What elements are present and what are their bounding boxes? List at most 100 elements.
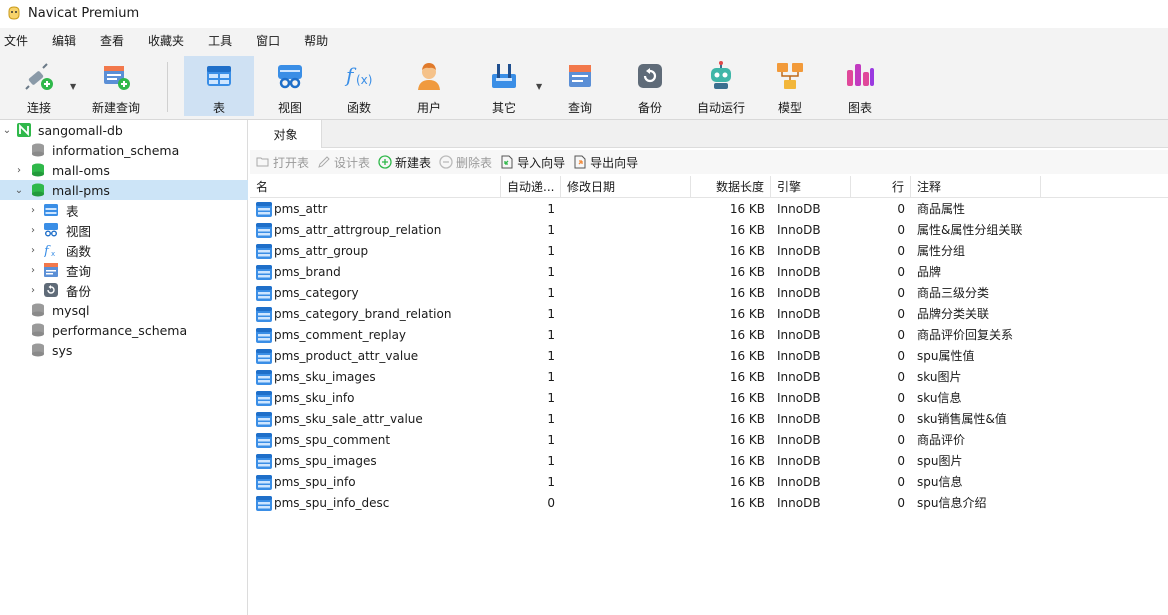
- table-row[interactable]: pms_sku_images 1 16 KB InnoDB 0 sku图片: [250, 367, 1168, 388]
- function-button[interactable]: f (x) 函数: [334, 56, 384, 116]
- new-query-button[interactable]: 新建查询: [88, 56, 144, 116]
- menu-favorites[interactable]: 收藏夹: [136, 28, 196, 54]
- engine-cell: InnoDB: [777, 286, 821, 300]
- column-header-comment[interactable]: 注释: [911, 176, 1041, 198]
- data-length-cell: 16 KB: [729, 454, 765, 468]
- tree-db-performance-schema[interactable]: performance_schema: [0, 320, 248, 340]
- expand-icon[interactable]: ›: [28, 225, 38, 236]
- user-button[interactable]: 用户: [404, 56, 454, 116]
- other-dropdown-icon[interactable]: ▼: [536, 82, 542, 91]
- tree-pms-views[interactable]: › 视图: [0, 220, 248, 240]
- table-row[interactable]: pms_attr 1 16 KB InnoDB 0 商品属性: [250, 199, 1168, 220]
- import-wizard-button[interactable]: 导入向导: [500, 154, 565, 171]
- column-header-name[interactable]: 名: [250, 176, 501, 198]
- modified-date-cell: [567, 262, 687, 283]
- backup-button[interactable]: 备份: [624, 56, 676, 116]
- table-row[interactable]: pms_spu_info 1 16 KB InnoDB 0 spu信息: [250, 472, 1168, 493]
- table-row[interactable]: pms_attr_attrgroup_relation 1 16 KB InnoDB 0…: [250, 220, 1168, 241]
- connect-button[interactable]: 连接: [14, 56, 64, 116]
- table-row[interactable]: pms_category_brand_relation 1 16 KB InnoDB 0…: [250, 304, 1168, 325]
- table-icon: [256, 496, 272, 511]
- tree-connection[interactable]: ⌄ sangomall-db: [0, 120, 248, 140]
- table-name-cell: pms_comment_replay: [274, 328, 407, 342]
- expand-icon[interactable]: ›: [28, 245, 38, 256]
- table-row[interactable]: pms_attr_group 1 16 KB InnoDB 0 属性分组: [250, 241, 1168, 262]
- function-label: 函数: [346, 101, 371, 115]
- automation-button[interactable]: 自动运行: [692, 56, 750, 116]
- auto-increment-cell: 1: [547, 475, 555, 489]
- engine-cell: InnoDB: [777, 496, 821, 510]
- column-header-data-length[interactable]: 数据长度: [691, 176, 771, 198]
- tree-db-mall-pms[interactable]: ⌄ mall-pms: [0, 180, 248, 200]
- tree-db-mysql[interactable]: mysql: [0, 300, 248, 320]
- query-button[interactable]: 查询: [554, 56, 606, 116]
- table-name-cell: pms_spu_images: [274, 454, 377, 468]
- column-header-rows[interactable]: 行: [851, 176, 911, 198]
- table-icon: [207, 66, 231, 86]
- expand-icon[interactable]: ›: [28, 205, 38, 216]
- menu-file[interactable]: 文件: [0, 28, 40, 54]
- tree-node-label: 表: [66, 203, 79, 219]
- menu-help[interactable]: 帮助: [292, 28, 340, 54]
- table-row[interactable]: pms_spu_info_desc 0 16 KB InnoDB 0 spu信息介绍: [250, 493, 1168, 514]
- function-icon: f (x): [344, 63, 372, 87]
- column-header-auto-increment[interactable]: 自动递...: [501, 176, 561, 198]
- engine-cell: InnoDB: [777, 307, 821, 321]
- table-row[interactable]: pms_spu_images 1 16 KB InnoDB 0 spu图片: [250, 451, 1168, 472]
- tree-db-mall-oms[interactable]: › mall-oms: [0, 160, 248, 180]
- tree-pms-tables[interactable]: › 表: [0, 200, 248, 220]
- open-table-button[interactable]: 打开表: [256, 154, 309, 171]
- expand-icon[interactable]: ›: [28, 265, 38, 276]
- column-header-engine[interactable]: 引擎: [771, 176, 851, 198]
- tree-pms-backups[interactable]: › 备份: [0, 280, 248, 300]
- tree-pms-functions[interactable]: › f x 函数: [0, 240, 248, 260]
- auto-increment-cell: 1: [547, 349, 555, 363]
- connect-dropdown-icon[interactable]: ▼: [70, 82, 76, 91]
- menu-edit[interactable]: 编辑: [40, 28, 88, 54]
- table-row[interactable]: pms_sku_info 1 16 KB InnoDB 0 sku信息: [250, 388, 1168, 409]
- column-header-modified-date[interactable]: 修改日期: [561, 176, 691, 198]
- design-table-button[interactable]: 设计表: [317, 154, 370, 171]
- menu-window[interactable]: 窗口: [244, 28, 292, 54]
- collapse-icon[interactable]: ⌄: [2, 125, 12, 136]
- table-row[interactable]: pms_category 1 16 KB InnoDB 0 商品三级分类: [250, 283, 1168, 304]
- table-row[interactable]: pms_spu_comment 1 16 KB InnoDB 0 商品评价: [250, 430, 1168, 451]
- data-length-cell: 16 KB: [729, 349, 765, 363]
- table-row[interactable]: pms_comment_replay 1 16 KB InnoDB 0 商品评价回复关系: [250, 325, 1168, 346]
- table-name-cell: pms_category_brand_relation: [274, 307, 452, 321]
- menu-view[interactable]: 查看: [88, 28, 136, 54]
- table-button[interactable]: 表: [184, 56, 254, 116]
- table-icon: [256, 475, 272, 490]
- new-table-button[interactable]: 新建表: [378, 154, 431, 171]
- function-icon: f x: [44, 244, 55, 257]
- modified-date-cell: [567, 304, 687, 325]
- table-icon: [256, 454, 272, 469]
- other-button[interactable]: 其它: [478, 56, 530, 116]
- tab-objects[interactable]: 对象: [250, 120, 322, 148]
- view-label: 视图: [277, 101, 302, 115]
- import-wizard-label: 导入向导: [517, 155, 566, 170]
- view-button[interactable]: 视图: [265, 56, 315, 116]
- tree-pms-queries[interactable]: › 查询: [0, 260, 248, 280]
- data-length-cell: 16 KB: [729, 286, 765, 300]
- table-icon: [256, 202, 272, 217]
- toolbar-divider: [167, 62, 168, 112]
- auto-increment-cell: 1: [547, 223, 555, 237]
- modified-date-cell: [567, 451, 687, 472]
- export-wizard-button[interactable]: 导出向导: [573, 154, 638, 171]
- table-row[interactable]: pms_brand 1 16 KB InnoDB 0 品牌: [250, 262, 1168, 283]
- expand-icon[interactable]: ›: [28, 285, 38, 296]
- comment-cell: spu信息介绍: [917, 496, 987, 510]
- expand-icon[interactable]: ›: [14, 165, 24, 176]
- collapse-icon[interactable]: ⌄: [14, 185, 24, 196]
- table-row[interactable]: pms_sku_sale_attr_value 1 16 KB InnoDB 0 sku销…: [250, 409, 1168, 430]
- delete-table-button[interactable]: 删除表: [439, 154, 492, 171]
- tree-db-information-schema[interactable]: information_schema: [0, 140, 248, 160]
- tree-db-sys[interactable]: sys: [0, 340, 248, 360]
- model-button[interactable]: 模型: [764, 56, 816, 116]
- menu-tools[interactable]: 工具: [196, 28, 244, 54]
- table-row[interactable]: pms_product_attr_value 1 16 KB InnoDB 0 spu属性…: [250, 346, 1168, 367]
- engine-cell: InnoDB: [777, 265, 821, 279]
- export-icon: [574, 155, 586, 169]
- chart-button[interactable]: 图表: [834, 56, 886, 116]
